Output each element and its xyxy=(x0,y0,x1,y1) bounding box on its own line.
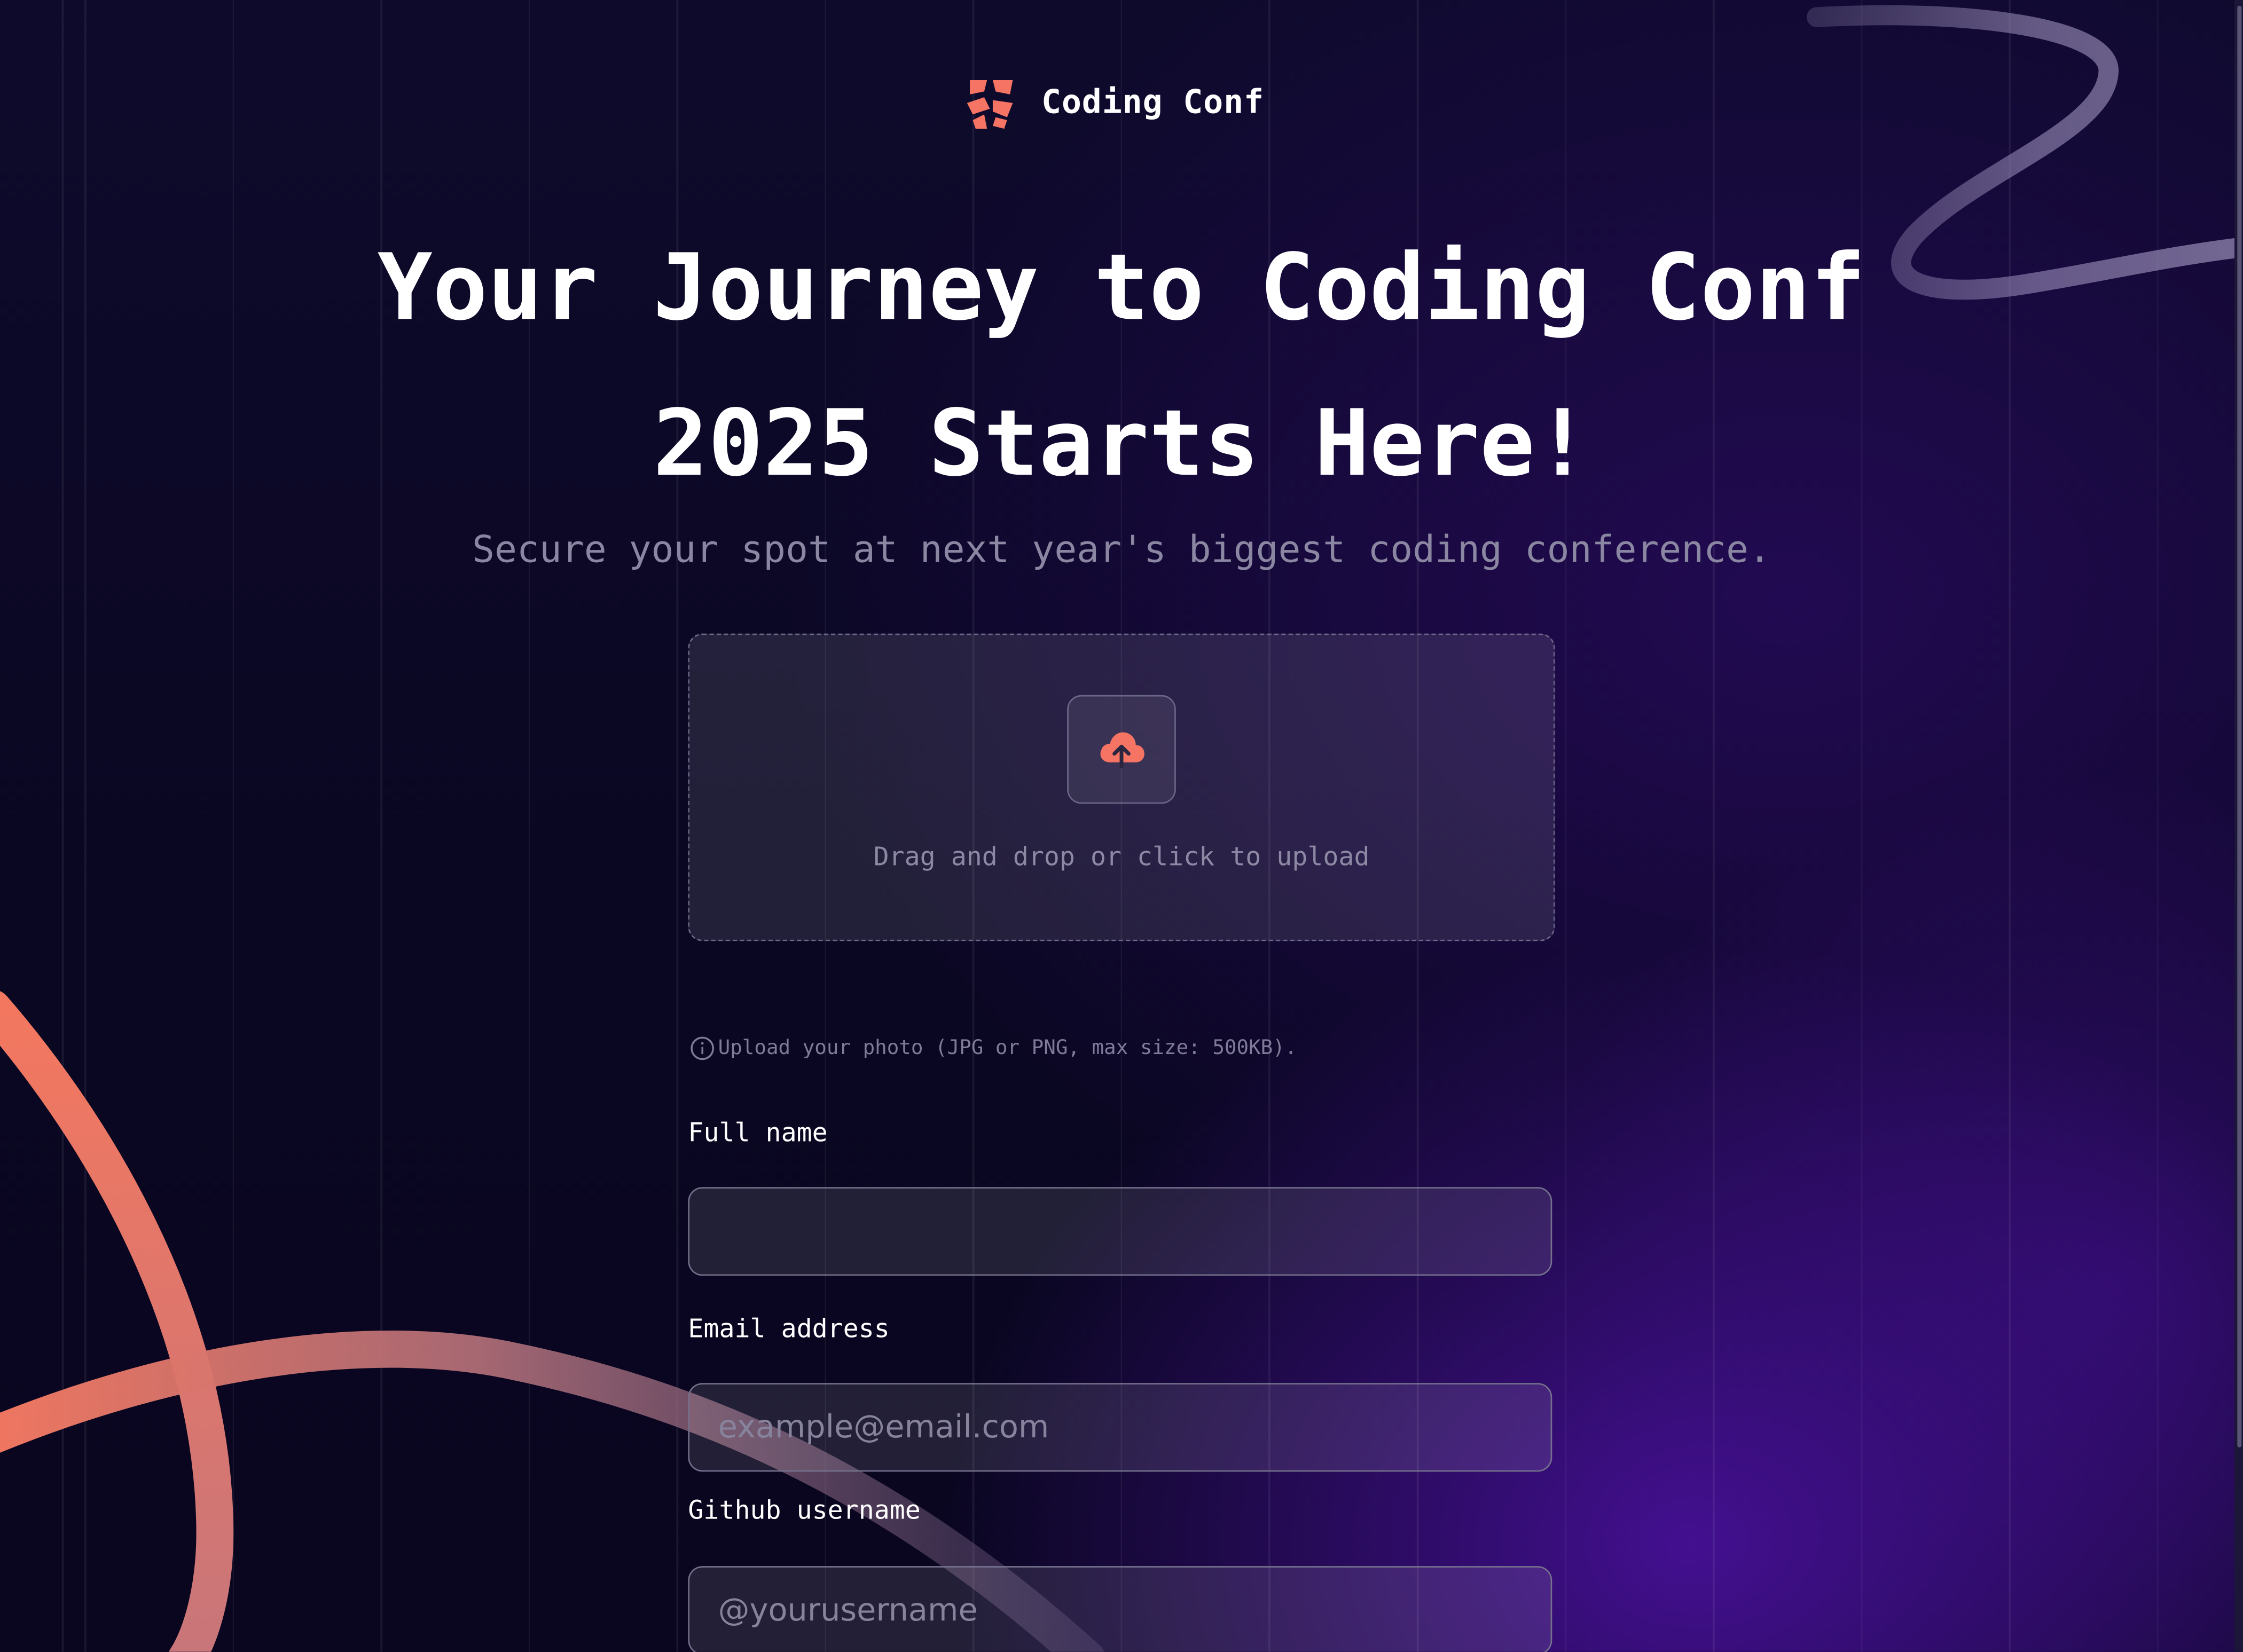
page: Coding Conf Your Journey to Coding Conf … xyxy=(0,0,2243,1652)
full-name-label: Full name xyxy=(688,1118,828,1148)
upload-instruction: Drag and drop or click to upload xyxy=(873,842,1370,872)
scrollbar-track[interactable] xyxy=(2234,0,2243,1652)
info-icon xyxy=(691,1036,715,1060)
brand-logo[interactable]: Coding Conf xyxy=(964,74,1264,131)
coding-conf-logo-icon xyxy=(967,80,1013,129)
decorative-circle-arc xyxy=(0,991,234,1652)
full-name-input[interactable] xyxy=(688,1187,1552,1276)
email-input[interactable] xyxy=(688,1383,1552,1472)
github-label: Github username xyxy=(688,1496,921,1527)
cloud-upload-icon xyxy=(1100,732,1144,769)
upload-hint: Upload your photo (JPG or PNG, max size:… xyxy=(689,1035,1297,1061)
page-title: Your Journey to Coding Conf 2025 Starts … xyxy=(377,235,1866,498)
page-subtitle: Secure your spot at next year's biggest … xyxy=(472,529,1771,572)
scrollbar-thumb[interactable] xyxy=(2237,5,2242,1448)
upload-button[interactable] xyxy=(1067,695,1176,804)
brand-name: Coding Conf xyxy=(1041,84,1264,122)
github-username-input[interactable] xyxy=(688,1566,1552,1652)
avatar-upload-dropzone[interactable]: Drag and drop or click to upload xyxy=(688,633,1555,941)
upload-hint-text: Upload your photo (JPG or PNG, max size:… xyxy=(718,1036,1297,1060)
email-label: Email address xyxy=(688,1314,890,1344)
